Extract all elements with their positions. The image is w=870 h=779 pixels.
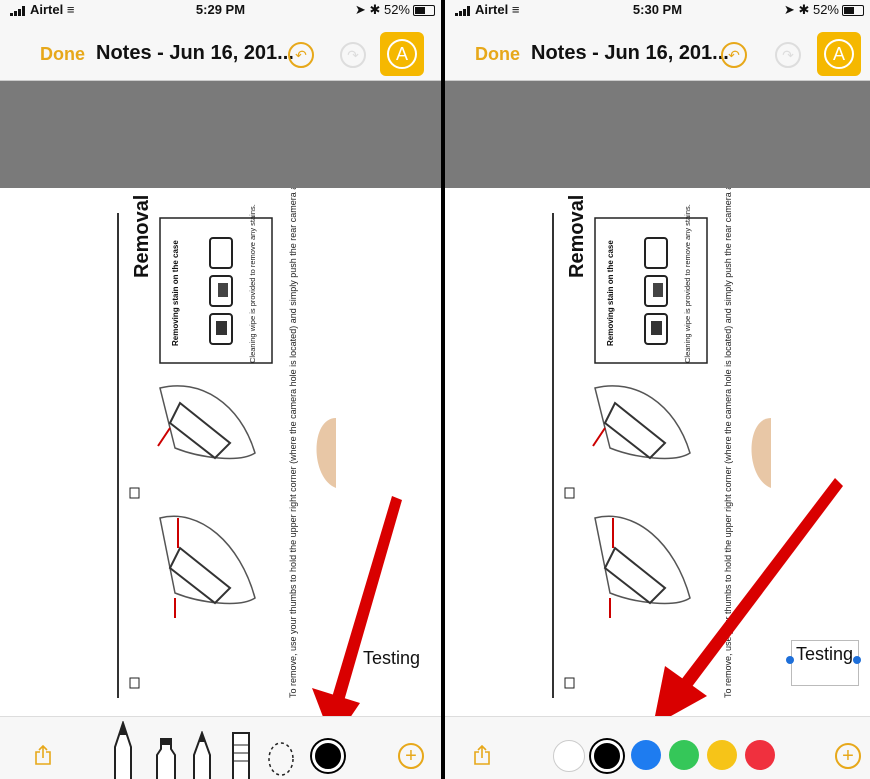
eraser-tool-icon[interactable]: [231, 731, 251, 779]
red-arrow-annotation: [655, 478, 843, 716]
undo-button[interactable]: ↶: [721, 42, 747, 68]
lasso-tool-icon[interactable]: [266, 741, 296, 777]
page-title: Notes - Jun 16, 201...: [531, 42, 729, 64]
markup-button[interactable]: A: [817, 32, 861, 76]
markup-pen-icon: A: [387, 39, 417, 69]
share-icon[interactable]: [34, 745, 52, 765]
markup-toolbar: +: [0, 716, 441, 779]
battery-label: 52%: [812, 2, 839, 17]
red-arrow-annotation: [312, 496, 402, 716]
undo-button[interactable]: ↶: [288, 42, 314, 68]
document-area: Removal Removing stain on the case Clean…: [445, 122, 870, 716]
battery-icon: [842, 5, 864, 17]
battery-label: 52%: [383, 2, 410, 17]
location-icon: ➤: [783, 2, 795, 17]
markup-button[interactable]: A: [380, 32, 424, 76]
share-icon[interactable]: [473, 745, 491, 765]
right-screen: Airtel ≡ 5:30 PM ➤ ✱ 52% Done Notes - Ju…: [445, 0, 870, 779]
bluetooth-icon: ✱: [798, 2, 810, 17]
done-button[interactable]: Done: [475, 44, 520, 65]
redo-button: ↷: [340, 42, 366, 68]
battery-icon: [413, 5, 435, 17]
location-icon: ➤: [354, 2, 366, 17]
status-bar: Airtel ≡ 5:30 PM ➤ ✱ 52%: [445, 0, 870, 20]
color-swatch-red[interactable]: [745, 740, 775, 770]
color-swatch-green[interactable]: [669, 740, 699, 770]
bluetooth-icon: ✱: [369, 2, 381, 17]
redo-button: ↷: [775, 42, 801, 68]
pen-tool-icon[interactable]: [112, 721, 134, 779]
page-title: Notes - Jun 16, 201...: [96, 42, 294, 64]
status-bar: Airtel ≡ 5:29 PM ➤ ✱ 52%: [0, 0, 441, 20]
color-picker-button[interactable]: [312, 740, 344, 772]
color-swatch-blue[interactable]: [631, 740, 661, 770]
markup-toolbar: +: [445, 716, 870, 779]
left-screen: Airtel ≡ 5:29 PM ➤ ✱ 52% Done Notes - Ju…: [0, 0, 441, 779]
color-swatch-white[interactable]: [553, 740, 585, 772]
pencil-tool-icon[interactable]: [191, 731, 213, 779]
markup-pen-icon: A: [824, 39, 854, 69]
marker-tool-icon[interactable]: [154, 737, 178, 779]
nav-bar: Done Notes - Jun 16, 201... ↶ ↷ A: [445, 20, 870, 81]
add-button[interactable]: +: [398, 743, 424, 769]
color-swatch-yellow[interactable]: [707, 740, 737, 770]
nav-bar: Done Notes - Jun 16, 201... ↶ ↷ A: [0, 20, 441, 81]
gray-area: [0, 81, 441, 188]
done-button[interactable]: Done: [40, 44, 85, 65]
add-button[interactable]: +: [835, 743, 861, 769]
gray-area: [445, 81, 870, 188]
document-area: Removal Removing stain on the case Clean…: [0, 122, 441, 716]
color-swatch-black[interactable]: [591, 740, 623, 772]
